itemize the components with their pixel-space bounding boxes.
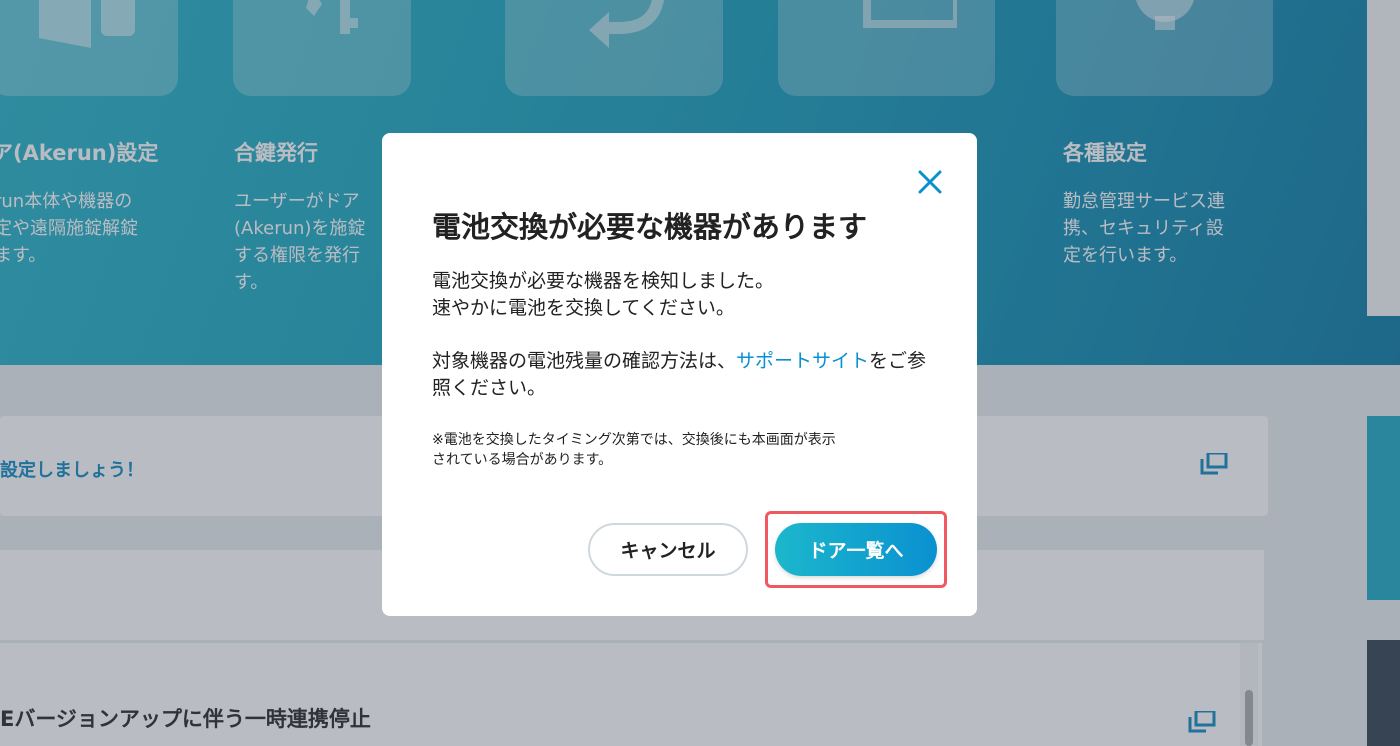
dialog-body: 電池交換が必要な機器を検知しました。 速やかに電池を交換してください。 対象機器…: [432, 268, 932, 402]
support-site-link[interactable]: サポートサイト: [736, 350, 869, 372]
dialog-message: 電池交換が必要な機器を検知しました。 速やかに電池を交換してください。: [432, 270, 775, 319]
cancel-button[interactable]: キャンセル: [588, 523, 748, 576]
close-icon[interactable]: [914, 166, 946, 198]
dialog-support-text: 対象機器の電池残量の確認方法は、サポートサイトをご参照ください。: [432, 348, 932, 402]
dialog-note: ※電池を交換したタイミング次第では、交換後にも本画面が表示 されている場合があり…: [432, 432, 836, 468]
support-prefix: 対象機器の電池残量の確認方法は、: [432, 350, 737, 372]
dialog-title: 電池交換が必要な機器があります: [432, 210, 868, 244]
highlight-box: [765, 511, 947, 588]
